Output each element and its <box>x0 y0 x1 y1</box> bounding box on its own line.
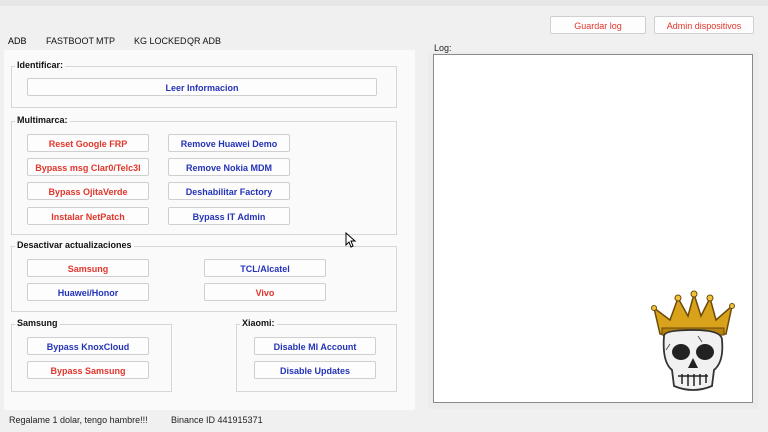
window-top-strip <box>0 0 768 6</box>
identify-group-title: Identificar: <box>15 60 66 70</box>
remove-nokia-mdm-button[interactable]: Remove Nokia MDM <box>168 158 290 176</box>
mouse-cursor-icon <box>345 232 357 248</box>
binance-id-text: Binance ID 441915371 <box>171 415 263 425</box>
samsung-group <box>11 324 172 392</box>
tab-fastboot[interactable]: FASTBOOT <box>46 36 94 46</box>
save-log-button[interactable]: Guardar log <box>550 16 646 34</box>
tcl-alcatel-updates-button[interactable]: TCL/Alcatel <box>204 259 326 277</box>
bypass-samsung-button[interactable]: Bypass Samsung <box>27 361 149 379</box>
huawei-honor-updates-button[interactable]: Huawei/Honor <box>27 283 149 301</box>
device-admin-button[interactable]: Admin dispositivos <box>654 16 754 34</box>
disable-updates-button[interactable]: Disable Updates <box>254 361 376 379</box>
disable-updates-group <box>11 246 397 312</box>
bypass-ojitaverde-button[interactable]: Bypass OjitaVerde <box>27 182 149 200</box>
bypass-msg-button[interactable]: Bypass msg Clar0/Telc3l <box>27 158 149 176</box>
tab-mtp[interactable]: MTP <box>96 36 115 46</box>
log-label: Log: <box>434 43 452 53</box>
bypass-it-admin-button[interactable]: Bypass IT Admin <box>168 207 290 225</box>
tab-adb[interactable]: ADB <box>8 36 27 46</box>
crowned-skull-logo <box>651 290 735 391</box>
multibrand-group-title: Multimarca: <box>15 115 70 125</box>
disable-updates-group-title: Desactivar actualizaciones <box>15 240 134 250</box>
disable-factory-button[interactable]: Deshabilitar Factory <box>168 182 290 200</box>
disable-mi-account-button[interactable]: Disable MI Account <box>254 337 376 355</box>
tab-kg-locked[interactable]: KG LOCKED <box>134 36 187 46</box>
tab-qr-adb[interactable]: QR ADB <box>187 36 221 46</box>
xiaomi-group-title: Xiaomi: <box>240 318 277 328</box>
reset-frp-button[interactable]: Reset Google FRP <box>27 134 149 152</box>
vivo-updates-button[interactable]: Vivo <box>204 283 326 301</box>
donate-text: Regalame 1 dolar, tengo hambre!!! <box>9 415 148 425</box>
read-info-button[interactable]: Leer Informacion <box>27 78 377 96</box>
remove-huawei-demo-button[interactable]: Remove Huawei Demo <box>168 134 290 152</box>
xiaomi-group <box>236 324 397 392</box>
bypass-knoxcloud-button[interactable]: Bypass KnoxCloud <box>27 337 149 355</box>
install-netpatch-button[interactable]: Instalar NetPatch <box>27 207 149 225</box>
samsung-group-title: Samsung <box>15 318 60 328</box>
samsung-updates-button[interactable]: Samsung <box>27 259 149 277</box>
